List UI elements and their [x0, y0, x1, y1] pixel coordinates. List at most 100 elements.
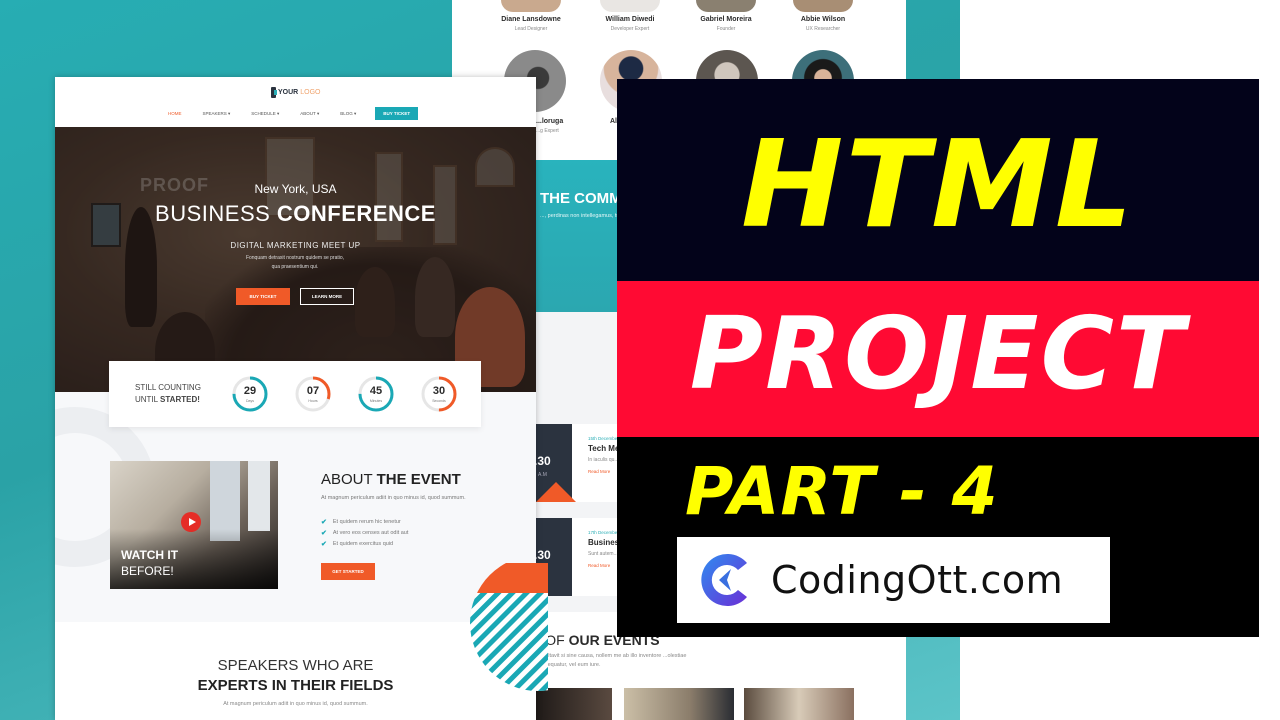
- countdown-hours: 07 Hours: [294, 375, 332, 413]
- logo-icon: [271, 87, 277, 98]
- speaker-photo: [793, 0, 853, 12]
- schedule-ampm: A.M: [538, 472, 547, 478]
- site-header: YOUR LOGO HOME SPEAKERS ▾ SCHEDULE ▾ ABOU…: [55, 77, 536, 127]
- hero-banner: PROOF New York, USA BUSINESS CONFERENCE …: [55, 127, 536, 392]
- speaker-role: Lead Designer: [514, 26, 548, 32]
- nav-blog[interactable]: BLOG ▾: [340, 111, 356, 117]
- speaker-photo: [696, 0, 756, 12]
- hero-description: Fonquam detraxit nostrum quidem se prati…: [245, 255, 345, 270]
- countdown-unit: Hours: [308, 399, 318, 403]
- striped-shape: [470, 563, 548, 691]
- speaker-card[interactable]: Diane Lansdowne Lead Designer: [476, 0, 586, 32]
- speaker-card[interactable]: Abbie Wilson UX Researcher: [768, 0, 878, 32]
- schedule-time: .30: [534, 548, 551, 562]
- countdown-value: 45: [369, 385, 383, 397]
- countdown-unit: Minutes: [369, 399, 383, 403]
- hero-location: New York, USA: [254, 182, 337, 196]
- title-project: PROJECT: [689, 295, 1187, 412]
- building-decoration: [248, 461, 270, 531]
- event-thumbnail[interactable]: [744, 688, 854, 720]
- community-title: THE COMM: [540, 190, 622, 207]
- brand-badge: CodingOtt.com: [677, 537, 1110, 623]
- speakers-heading-line2: EXPERTS IN THEIR FIELDS: [197, 677, 394, 694]
- check-icon: ✔: [321, 540, 327, 548]
- countdown-label-prefix: UNTIL: [135, 395, 161, 404]
- hero-headline: BUSINESS CONFERENCE: [55, 201, 536, 227]
- hero-buy-ticket-button[interactable]: BUY TICKET: [236, 288, 290, 305]
- hero-subtitle: DIGITAL MARKETING MEET UP: [230, 241, 361, 250]
- check-icon: ✔: [321, 518, 327, 526]
- countdown-minutes: 45 Minutes: [357, 375, 395, 413]
- events-text: ...multavit si sine causa, nollem me ab …: [536, 653, 687, 668]
- orange-triangle: [470, 563, 548, 593]
- about-title-bold: THE EVENT: [376, 471, 461, 488]
- speakers-heading-line1: SPEAKERS WHO ARE: [217, 657, 374, 674]
- countdown-value: 30: [432, 385, 446, 397]
- speaker-role: UX Researcher: [805, 26, 841, 32]
- codingott-logo-icon: [701, 554, 747, 606]
- nav-home[interactable]: HOME: [168, 111, 182, 116]
- speakers-row-1: Diane Lansdowne Lead Designer William Di…: [452, 0, 906, 40]
- headline-light: BUSINESS: [155, 201, 277, 226]
- countdown-unit: Days: [246, 399, 254, 403]
- countdown-value: 29: [243, 385, 257, 397]
- speaker-name: Abbie Wilson: [800, 16, 846, 23]
- video-thumbnail[interactable]: WATCH IT BEFORE!: [110, 461, 278, 589]
- speaker-name: Gabriel Moreira: [700, 16, 752, 23]
- checklist-text: At vero eos censes aut odit aut: [332, 529, 409, 536]
- brand-name: CodingOtt.com: [771, 558, 1064, 602]
- thumbnail-title-panel: HTML PROJECT PART - 4 CodingOtt.com: [617, 79, 1259, 637]
- countdown-days: 29 Days: [231, 375, 269, 413]
- speaker-role: Developer Expert: [610, 26, 650, 32]
- logo-text-bold: YOUR: [278, 89, 299, 96]
- nav-about[interactable]: ABOUT ▾: [300, 111, 319, 117]
- speaker-name: Diane Lansdowne: [501, 16, 561, 23]
- striped-decoration: [468, 563, 548, 693]
- site-logo[interactable]: YOUR LOGO: [271, 87, 320, 98]
- main-nav: HOME SPEAKERS ▾ SCHEDULE ▾ ABOUT ▾ BLOG …: [168, 107, 419, 120]
- checklist-text: Et quidem exercitus quid: [332, 540, 394, 547]
- title-html: HTML: [741, 116, 1135, 255]
- speaker-card[interactable]: Gabriel Moreira Founder: [671, 0, 781, 32]
- speaker-photo: [501, 0, 561, 12]
- checklist-item: ✔ Et quidem rerum hic tenetur: [321, 516, 408, 527]
- speaker-role: Founder: [716, 26, 736, 32]
- speaker-name: William Diwedi: [605, 16, 655, 23]
- about-text: At magnum periculum adiit in quo minus i…: [321, 495, 466, 501]
- stripes: [470, 593, 548, 691]
- nav-buy-ticket-button[interactable]: BUY TICKET: [375, 107, 419, 120]
- schedule-time-block: .30 A.M: [534, 424, 576, 502]
- video-title-line2: BEFORE!: [121, 564, 174, 578]
- check-icon: ✔: [321, 529, 327, 537]
- about-title: ABOUT THE EVENT: [321, 471, 461, 488]
- countdown-label-bold: STARTED!: [160, 395, 200, 404]
- speaker-name: ...loruga: [536, 118, 564, 125]
- countdown-label: STILL COUNTING UNTIL STARTED!: [135, 382, 201, 406]
- checklist-item: ✔ At vero eos censes aut odit aut: [321, 527, 408, 538]
- nav-speakers[interactable]: SPEAKERS ▾: [203, 111, 231, 117]
- speaker-card[interactable]: William Diwedi Developer Expert: [575, 0, 685, 32]
- about-title-light: ABOUT: [321, 471, 377, 488]
- event-thumbnail[interactable]: [624, 688, 734, 720]
- title-part: PART - 4: [685, 453, 999, 530]
- countdown-seconds: 30 Seconds: [420, 375, 458, 413]
- checklist-text: Et quidem rerum hic tenetur: [332, 518, 401, 525]
- logo-text-light: LOGO: [300, 89, 321, 96]
- nav-schedule[interactable]: SCHEDULE ▾: [251, 111, 279, 117]
- countdown-unit: Seconds: [432, 399, 446, 403]
- video-title-line1: WATCH IT: [121, 548, 179, 562]
- get-started-button[interactable]: GET STARTED: [321, 563, 375, 580]
- speaker-photo: [600, 0, 660, 12]
- countdown-value: 07: [306, 385, 320, 397]
- headline-bold: CONFERENCE: [276, 201, 436, 226]
- speakers-section: SPEAKERS WHO ARE EXPERTS IN THEIR FIELDS…: [55, 622, 536, 720]
- hero-learn-more-button[interactable]: LEARN MORE: [300, 288, 354, 305]
- about-checklist: ✔ Et quidem rerum hic tenetur ✔ At vero eo…: [321, 516, 408, 549]
- schedule-time: .30: [534, 454, 551, 468]
- checklist-item: ✔ Et quidem exercitus quid: [321, 538, 408, 549]
- front-page-screenshot: YOUR LOGO HOME SPEAKERS ▾ SCHEDULE ▾ ABOU…: [55, 77, 536, 720]
- speakers-text: At magnum periculum adiit in quo minus i…: [223, 701, 368, 707]
- countdown-label-line1: STILL COUNTING: [135, 383, 201, 392]
- countdown-box: STILL COUNTING UNTIL STARTED! 29 Days 07…: [109, 361, 481, 427]
- orange-triangle-decoration: [536, 482, 576, 502]
